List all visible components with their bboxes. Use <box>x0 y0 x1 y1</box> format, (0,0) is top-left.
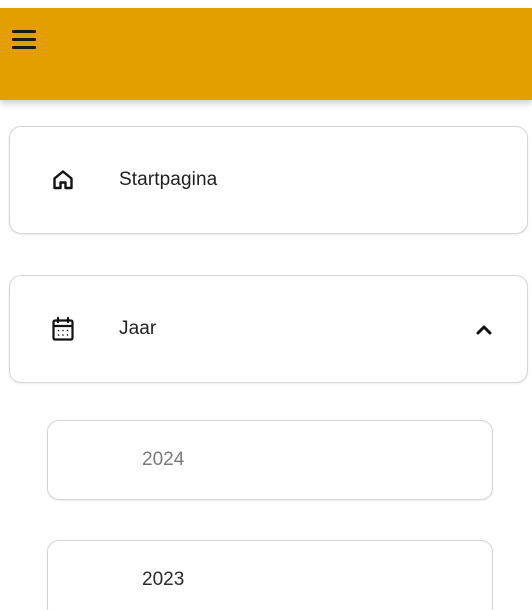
menu-button[interactable] <box>10 28 38 52</box>
chevron-up-icon[interactable] <box>475 323 493 335</box>
app-page: Startpagina Jaar 2024 2023 <box>0 0 532 610</box>
hamburger-menu-icon <box>12 38 36 41</box>
nav-item-jaar[interactable]: Jaar <box>9 275 528 383</box>
year-option-label: 2023 <box>142 569 185 590</box>
calendar-icon <box>50 316 76 342</box>
nav-item-label: Jaar <box>119 318 157 339</box>
hamburger-menu-icon <box>12 30 36 33</box>
nav-item-startpagina[interactable]: Startpagina <box>9 126 528 234</box>
nav-item-label: Startpagina <box>119 169 218 190</box>
app-header <box>0 8 532 100</box>
hamburger-menu-icon <box>12 46 36 49</box>
home-icon <box>50 167 76 193</box>
year-option-2024[interactable]: 2024 <box>47 420 493 500</box>
year-option-2023[interactable]: 2023 <box>47 540 493 610</box>
year-option-label: 2024 <box>142 449 185 470</box>
